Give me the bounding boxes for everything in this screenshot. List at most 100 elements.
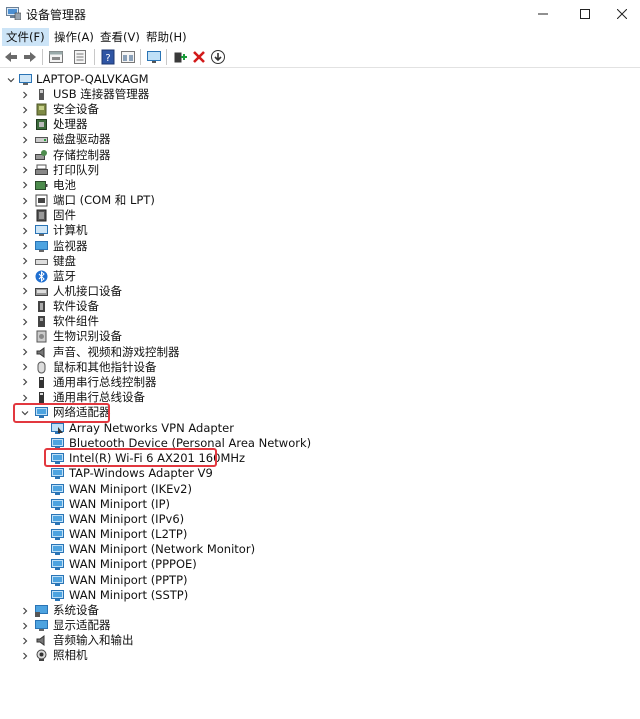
network-device-5[interactable]: WAN Miniport (IP): [0, 497, 320, 512]
tree-category-8[interactable]: 固件: [0, 208, 320, 223]
list-icon[interactable]: [72, 49, 88, 65]
chevron-right-icon[interactable]: [20, 254, 29, 269]
tree-category-bottom-2[interactable]: 音频输入和输出: [0, 633, 320, 648]
chevron-down-icon[interactable]: [6, 72, 15, 87]
network-device-3[interactable]: TAP-Windows Adapter V9: [0, 466, 320, 481]
tree-category-13[interactable]: 人机接口设备: [0, 284, 320, 299]
tree-category-3[interactable]: 磁盘驱动器: [0, 132, 320, 147]
menu-view[interactable]: 查看(V): [96, 28, 144, 46]
minimize-button[interactable]: [520, 0, 565, 28]
software-component-icon: [38, 316, 45, 328]
network-device-4[interactable]: WAN Miniport (IKEv2): [0, 482, 320, 497]
properties-icon[interactable]: [48, 49, 64, 65]
tree-category-bottom-3[interactable]: 照相机: [0, 648, 320, 663]
view-icon[interactable]: [120, 49, 136, 65]
tree-category-bottom-1[interactable]: 显示适配器: [0, 618, 320, 633]
chevron-right-icon[interactable]: [20, 648, 29, 663]
minimize-icon: [537, 13, 548, 15]
tree-category-4[interactable]: 存储控制器: [0, 148, 320, 163]
chevron-right-icon[interactable]: [20, 148, 29, 163]
update-driver-icon[interactable]: [210, 49, 226, 65]
chevron-right-icon[interactable]: [20, 314, 29, 329]
network-device-6-label: WAN Miniport (IPv6): [69, 511, 185, 526]
tree-category-11[interactable]: 键盘: [0, 254, 320, 269]
tree-category-10[interactable]: 监视器: [0, 239, 320, 254]
tree-category-0[interactable]: USB 连接器管理器: [0, 87, 320, 102]
window-title: 设备管理器: [26, 8, 87, 22]
tree-category-bottom-0[interactable]: 系统设备: [0, 603, 320, 618]
tree-category-2[interactable]: 处理器: [0, 117, 320, 132]
tree-category-19[interactable]: 通用串行总线控制器: [0, 375, 320, 390]
chevron-right-icon[interactable]: [20, 239, 29, 254]
chevron-right-icon[interactable]: [20, 178, 29, 193]
tree-category-14-label: 软件设备: [53, 299, 99, 314]
tree-category-17[interactable]: 声音、视频和游戏控制器: [0, 345, 320, 360]
tree-category-18-label: 鼠标和其他指针设备: [53, 359, 157, 374]
chevron-right-icon[interactable]: [20, 132, 29, 147]
chevron-right-icon[interactable]: [20, 299, 29, 314]
chevron-right-icon[interactable]: [20, 618, 29, 633]
toolbar-separator: [42, 49, 43, 65]
network-adapter-icon: [51, 468, 64, 480]
forward-arrow-icon[interactable]: [22, 49, 38, 65]
network-adapter-icon: [51, 574, 64, 586]
chevron-right-icon[interactable]: [20, 603, 29, 618]
help-icon[interactable]: ?: [100, 49, 116, 65]
back-arrow-icon[interactable]: [3, 49, 19, 65]
tree-category-6[interactable]: 电池: [0, 178, 320, 193]
network-device-9[interactable]: WAN Miniport (PPPOE): [0, 557, 320, 572]
chevron-right-icon[interactable]: [20, 345, 29, 360]
chevron-right-icon[interactable]: [20, 102, 29, 117]
menu-action[interactable]: 操作(A): [50, 28, 98, 46]
chevron-right-icon[interactable]: [20, 633, 29, 648]
tree-root-label: LAPTOP-QALVKAGM: [36, 72, 149, 86]
biometric-icon: [36, 330, 47, 343]
tree-category-16[interactable]: 生物识别设备: [0, 329, 320, 344]
chevron-right-icon[interactable]: [20, 284, 29, 299]
tree-category-18[interactable]: 鼠标和其他指针设备: [0, 360, 320, 375]
toolbar-separator: [94, 49, 95, 65]
svg-text:?: ?: [105, 53, 110, 64]
tree-category-12[interactable]: 蓝牙: [0, 269, 320, 284]
network-device-8[interactable]: WAN Miniport (Network Monitor): [0, 542, 320, 557]
firmware-icon: [36, 209, 47, 222]
network-device-0[interactable]: Array Networks VPN Adapter: [0, 421, 320, 436]
monitor-scan-icon[interactable]: [146, 49, 162, 65]
network-device-11[interactable]: WAN Miniport (SSTP): [0, 588, 320, 603]
close-button[interactable]: [604, 0, 640, 28]
computer-icon: [19, 74, 32, 85]
tree-category-8-label: 固件: [53, 208, 76, 223]
network-device-6[interactable]: WAN Miniport (IPv6): [0, 512, 320, 527]
uninstall-x-icon[interactable]: [191, 49, 207, 65]
network-device-10[interactable]: WAN Miniport (PPTP): [0, 573, 320, 588]
chevron-right-icon[interactable]: [20, 269, 29, 284]
maximize-button[interactable]: [562, 0, 607, 28]
add-driver-icon[interactable]: [172, 49, 188, 65]
battery-icon: [35, 180, 48, 190]
chevron-right-icon[interactable]: [20, 223, 29, 238]
tree-category-1[interactable]: 安全设备: [0, 102, 320, 117]
tree-root[interactable]: LAPTOP-QALVKAGM: [0, 72, 300, 87]
menu-file[interactable]: 文件(F): [2, 28, 49, 46]
chevron-right-icon[interactable]: [20, 87, 29, 102]
chevron-right-icon[interactable]: [20, 117, 29, 132]
chevron-right-icon[interactable]: [20, 360, 29, 375]
tree-category-7[interactable]: 端口 (COM 和 LPT): [0, 193, 320, 208]
network-device-7[interactable]: WAN Miniport (L2TP): [0, 527, 320, 542]
chevron-right-icon[interactable]: [20, 375, 29, 390]
tree-category-15[interactable]: 软件组件: [0, 314, 320, 329]
system-device-icon: [35, 605, 48, 617]
security-device-icon: [36, 103, 47, 116]
close-icon: [617, 9, 627, 19]
chevron-right-icon[interactable]: [20, 208, 29, 223]
tree-category-14[interactable]: 软件设备: [0, 299, 320, 314]
tree-category-9[interactable]: 计算机: [0, 223, 320, 238]
computer-icon: [35, 225, 48, 237]
chevron-right-icon[interactable]: [20, 329, 29, 344]
chevron-right-icon[interactable]: [20, 163, 29, 178]
menu-help[interactable]: 帮助(H): [142, 28, 191, 46]
network-adapter-icon: [51, 498, 64, 510]
tree-category-5[interactable]: 打印队列: [0, 163, 320, 178]
network-device-5-label: WAN Miniport (IP): [69, 496, 170, 511]
chevron-right-icon[interactable]: [20, 193, 29, 208]
